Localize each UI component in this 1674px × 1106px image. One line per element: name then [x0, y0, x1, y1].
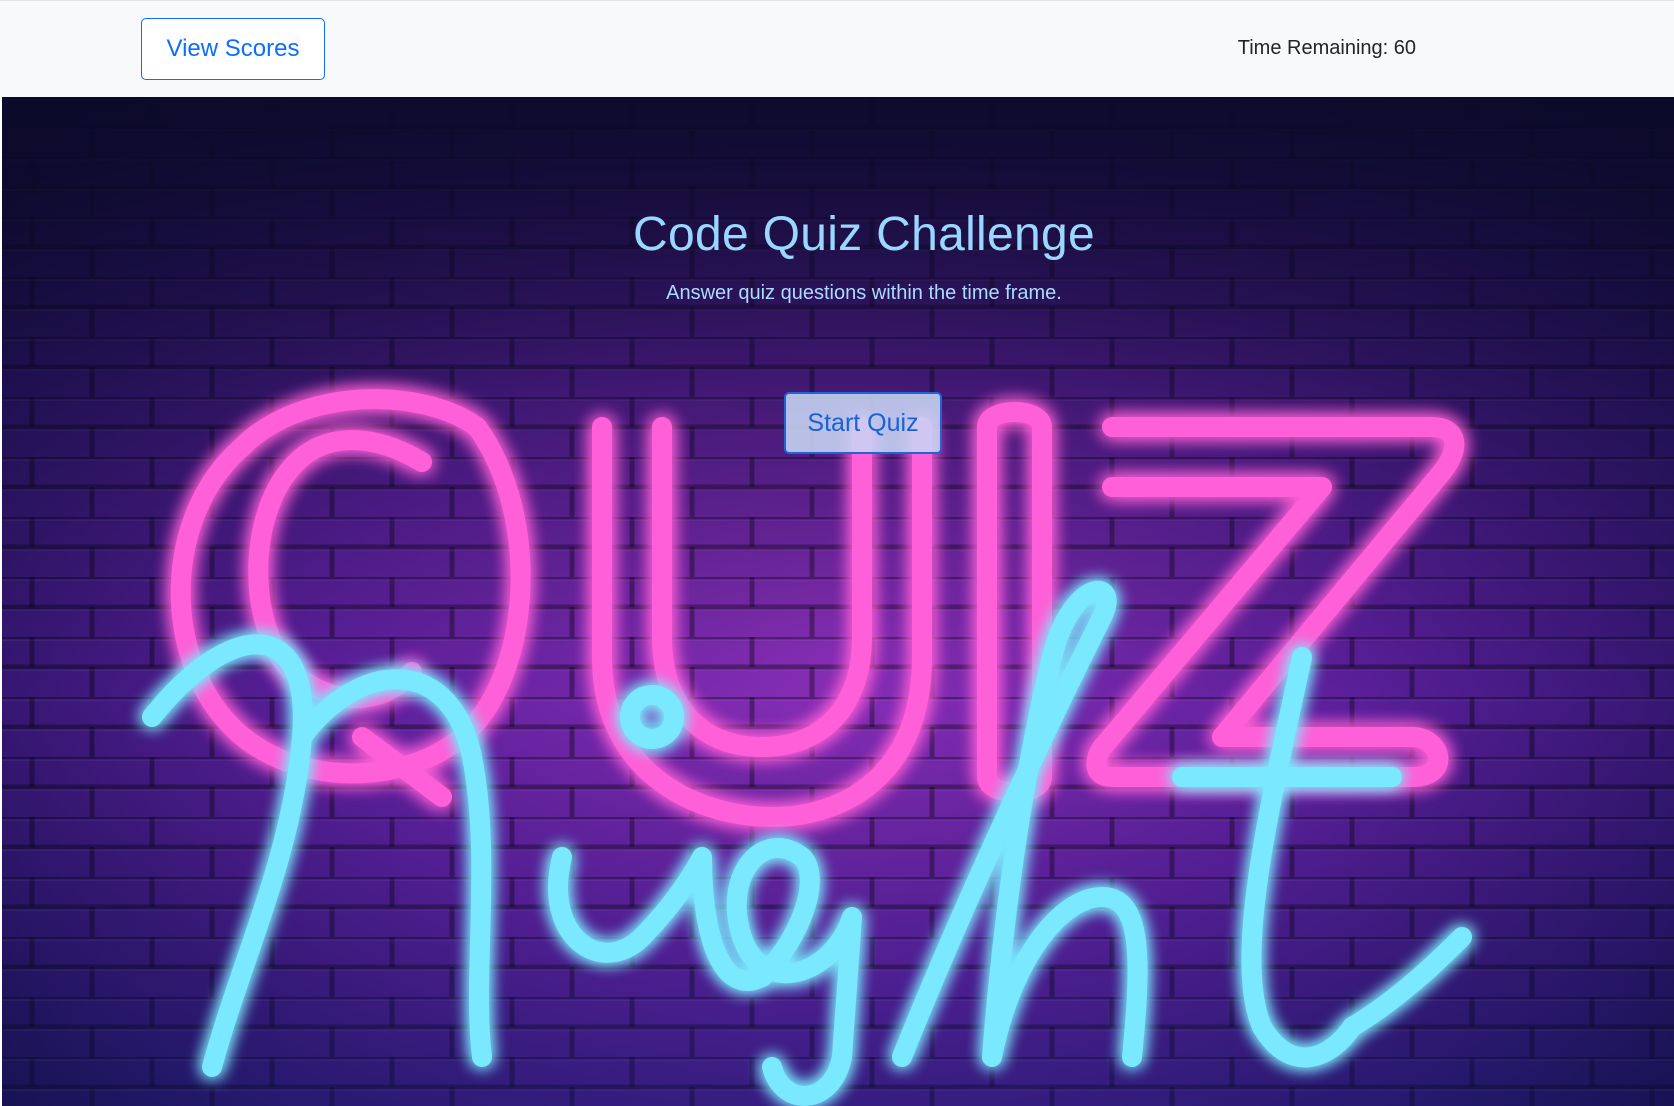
- time-remaining: Time Remaining: 60: [1150, 37, 1416, 60]
- time-remaining-label: Time Remaining:: [1237, 37, 1394, 59]
- page-subtitle: Answer quiz questions within the time fr…: [666, 282, 1062, 304]
- hero-banner: Code Quiz Challenge Answer quiz question…: [2, 97, 1674, 1106]
- start-quiz-button[interactable]: Start Quiz: [784, 392, 942, 454]
- top-navbar: View Scores Time Remaining: 60: [0, 0, 1674, 97]
- view-scores-button[interactable]: View Scores: [141, 18, 325, 80]
- time-remaining-value: 60: [1393, 37, 1416, 59]
- page-title: Code Quiz Challenge: [633, 208, 1095, 261]
